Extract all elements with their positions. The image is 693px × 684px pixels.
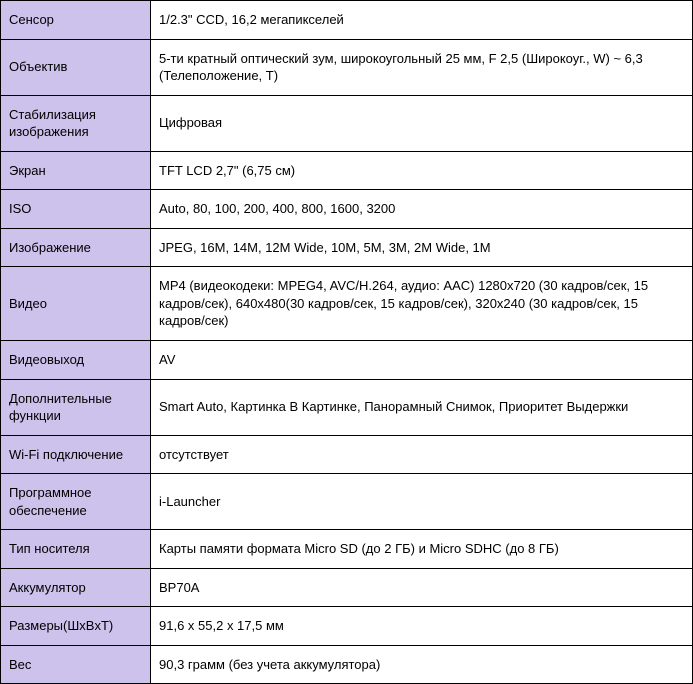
table-row: Wi-Fi подключение отсутствует	[1, 435, 693, 474]
table-row: ISO Auto, 80, 100, 200, 400, 800, 1600, …	[1, 190, 693, 229]
table-row: Сенсор 1/2.3" CCD, 16,2 мегапикселей	[1, 1, 693, 40]
spec-label: Изображение	[1, 228, 151, 267]
table-row: Программное обеспечение i-Launcher	[1, 474, 693, 530]
spec-value: AV	[151, 341, 693, 380]
spec-label: Wi-Fi подключение	[1, 435, 151, 474]
spec-label: Объектив	[1, 39, 151, 95]
spec-value: i-Launcher	[151, 474, 693, 530]
table-row: Видео MP4 (видеокодеки: MPEG4, AVC/H.264…	[1, 267, 693, 341]
table-row: Объектив 5-ти кратный оптический зум, ши…	[1, 39, 693, 95]
spec-label: Тип носителя	[1, 530, 151, 569]
table-row: Вес 90,3 грамм (без учета аккумулятора)	[1, 645, 693, 684]
table-row: Размеры(ШxВxТ) 91,6 x 55,2 x 17,5 мм	[1, 607, 693, 646]
spec-label: Программное обеспечение	[1, 474, 151, 530]
spec-label: Вес	[1, 645, 151, 684]
table-row: Экран TFT LCD 2,7" (6,75 см)	[1, 151, 693, 190]
table-row: Стабилизация изображения Цифровая	[1, 95, 693, 151]
table-row: Изображение JPEG, 16M, 14M, 12M Wide, 10…	[1, 228, 693, 267]
spec-value: Auto, 80, 100, 200, 400, 800, 1600, 3200	[151, 190, 693, 229]
spec-value: TFT LCD 2,7" (6,75 см)	[151, 151, 693, 190]
spec-value: MP4 (видеокодеки: MPEG4, AVC/H.264, ауди…	[151, 267, 693, 341]
spec-value: Цифровая	[151, 95, 693, 151]
spec-label: Стабилизация изображения	[1, 95, 151, 151]
table-row: Аккумулятор BP70A	[1, 568, 693, 607]
spec-value: JPEG, 16M, 14M, 12M Wide, 10M, 5M, 3M, 2…	[151, 228, 693, 267]
spec-table: Сенсор 1/2.3" CCD, 16,2 мегапикселей Объ…	[0, 0, 693, 684]
spec-label: Размеры(ШxВxТ)	[1, 607, 151, 646]
spec-label: ISO	[1, 190, 151, 229]
spec-value: BP70A	[151, 568, 693, 607]
spec-label: Видеовыход	[1, 341, 151, 380]
spec-label: Видео	[1, 267, 151, 341]
spec-value: отсутствует	[151, 435, 693, 474]
table-row: Тип носителя Карты памяти формата Micro …	[1, 530, 693, 569]
spec-value: 90,3 грамм (без учета аккумулятора)	[151, 645, 693, 684]
spec-value: 5-ти кратный оптический зум, широкоуголь…	[151, 39, 693, 95]
table-row: Дополнительные функции Smart Auto, Карти…	[1, 379, 693, 435]
table-row: Видеовыход AV	[1, 341, 693, 380]
spec-value: 1/2.3" CCD, 16,2 мегапикселей	[151, 1, 693, 40]
spec-value: Smart Auto, Картинка В Картинке, Панорам…	[151, 379, 693, 435]
spec-value: 91,6 x 55,2 x 17,5 мм	[151, 607, 693, 646]
spec-label: Экран	[1, 151, 151, 190]
spec-label: Дополнительные функции	[1, 379, 151, 435]
spec-value: Карты памяти формата Micro SD (до 2 ГБ) …	[151, 530, 693, 569]
spec-label: Аккумулятор	[1, 568, 151, 607]
spec-label: Сенсор	[1, 1, 151, 40]
